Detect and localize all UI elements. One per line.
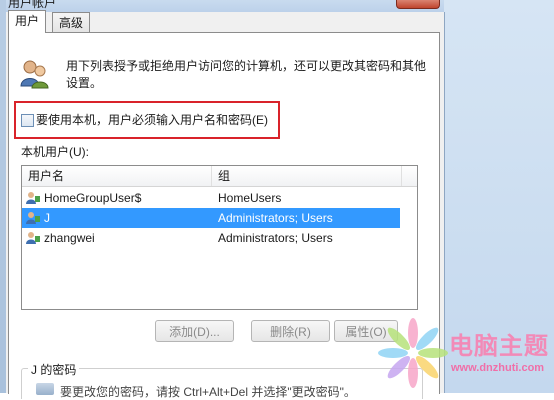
table-row-selected[interactable]: J Administrators; Users — [22, 208, 400, 228]
close-button[interactable] — [396, 0, 440, 9]
user-icon — [26, 232, 40, 244]
column-header-group[interactable]: 组 — [212, 166, 402, 186]
password-section-label: J 的密码 — [28, 361, 80, 378]
require-login-checkbox[interactable] — [21, 114, 34, 127]
remove-user-button[interactable]: 删除(R) — [251, 320, 330, 342]
watermark-text: 电脑主题 — [449, 333, 549, 360]
row-group: Administrators; Users — [218, 211, 333, 225]
require-login-label[interactable]: 要使用本机，用户必须输入用户名和密码(E) — [36, 111, 268, 128]
table-row[interactable]: zhangwei Administrators; Users — [22, 228, 400, 248]
users-icon — [20, 60, 49, 89]
users-list[interactable]: 用户名 组 HomeGroupUser$ HomeUsers J Adminis… — [21, 165, 418, 310]
column-header-username[interactable]: 用户名 — [22, 166, 212, 186]
table-row[interactable]: HomeGroupUser$ HomeUsers — [22, 188, 400, 208]
tab-users[interactable]: 用户 — [8, 10, 47, 33]
add-user-button[interactable]: 添加(D)... — [155, 320, 234, 342]
row-username: J — [44, 211, 50, 225]
row-username: zhangwei — [44, 231, 95, 245]
password-icon — [36, 383, 54, 395]
user-icon — [26, 192, 40, 204]
row-username: HomeGroupUser$ — [44, 191, 142, 205]
row-group: Administrators; Users — [218, 231, 333, 245]
list-header: 用户名 组 — [22, 166, 417, 187]
intro-text: 用下列表授予或拒绝用户访问您的计算机，还可以更改其密码和其他设置。 — [66, 59, 427, 90]
watermark-url: www.dnzhuti.com — [451, 362, 545, 374]
row-group: HomeUsers — [218, 191, 282, 205]
watermark-flower-icon — [378, 318, 448, 388]
local-users-label: 本机用户(U): — [21, 145, 89, 159]
tab-advanced[interactable]: 高级 — [52, 12, 91, 33]
password-section-text: 要更改您的密码，请按 Ctrl+Alt+Del 并选择"更改密码"。 — [60, 385, 356, 399]
user-icon — [26, 212, 40, 224]
